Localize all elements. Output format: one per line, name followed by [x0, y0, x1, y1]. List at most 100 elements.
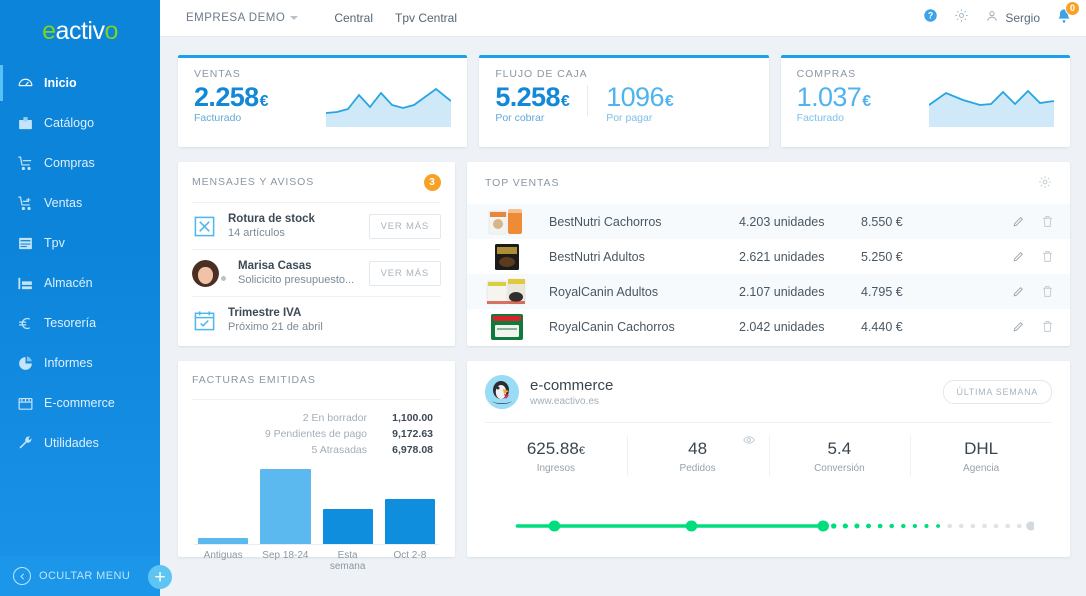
tab-central[interactable]: Central [334, 11, 373, 25]
trash-icon[interactable] [1041, 215, 1054, 228]
ecommerce-title: e-commerce [530, 377, 614, 394]
facturas-stat-label: 5 Atrasadas [311, 444, 367, 456]
sidebar-item-label: Inicio [44, 76, 77, 90]
chart-bar[interactable] [198, 537, 249, 544]
sidebar-item-utilidades[interactable]: Utilidades [0, 428, 160, 458]
sidebar-item-informes[interactable]: Informes [0, 348, 160, 378]
facturas-stat-value: 1,100.00 [392, 412, 433, 424]
table-row[interactable]: BestNutri Cachorros 4.203 unidades 8.550… [467, 204, 1070, 239]
eye-icon[interactable] [742, 433, 755, 451]
dashboard-app: e activ o Inicio Catálogo Compras Ventas T… [0, 0, 1086, 596]
stat-number: 625.88 [526, 439, 579, 458]
kpi-currency: € [664, 93, 674, 110]
pencil-icon[interactable] [1012, 320, 1025, 333]
sidebar-item-label: Informes [44, 356, 93, 370]
bottom-row: FACTURAS EMITIDAS 2 En borrador 1,100.00… [178, 361, 1082, 572]
avatar [192, 259, 219, 287]
view-more-button[interactable]: VER MÁS [368, 213, 441, 239]
chart-bar[interactable] [322, 509, 373, 544]
message-item[interactable]: Rotura de stock 14 artículos VER MÁS [192, 202, 441, 249]
chart-bar[interactable] [384, 498, 435, 544]
message-title: Trimestre IVA [228, 307, 302, 319]
sidebar-item-label: Tpv [44, 236, 65, 250]
message-item[interactable]: Marisa Casas Solicicito presupuesto... V… [192, 249, 441, 296]
kpi-value: 5.258€ [495, 83, 570, 111]
facturas-title: FACTURAS EMITIDAS [192, 374, 316, 386]
logo-letter-o: o [104, 16, 118, 45]
message-subtitle: 14 artículos [228, 227, 285, 239]
tab-tpv-central[interactable]: Tpv Central [395, 11, 457, 25]
sidebar-item-almacen[interactable]: Almacén [0, 268, 160, 298]
sidebar-item-tpv[interactable]: Tpv [0, 228, 160, 258]
pencil-icon[interactable] [1012, 285, 1025, 298]
ecommerce-header: e-commerce www.eactivo.es ÚLTIMA SEMANA [467, 361, 1070, 409]
kpi-currency: € [862, 93, 871, 110]
sidebar-nav: Inicio Catálogo Compras Ventas Tpv Almac… [0, 65, 160, 458]
wrench-icon [17, 435, 34, 452]
stat-label: Pedidos [679, 463, 716, 474]
sidebar-item-catalogo[interactable]: Catálogo [0, 108, 160, 138]
help-icon[interactable]: ? [923, 8, 938, 28]
message-item[interactable]: Trimestre IVA Próximo 21 de abril [192, 296, 441, 343]
sparkline-compras [928, 89, 1054, 127]
trash-icon[interactable] [1041, 320, 1054, 333]
notification-badge: 0 [1065, 0, 1080, 16]
sidebar-item-label: Ventas [44, 196, 83, 210]
sidebar-item-label: E-commerce [44, 396, 115, 410]
sidebar: e activ o Inicio Catálogo Compras Ventas T… [0, 0, 160, 596]
kpi-label: COMPRAS [796, 68, 857, 80]
table-row[interactable]: RoyalCanin Cachorros 2.042 unidades 4.44… [467, 309, 1070, 344]
chart-bar[interactable] [260, 469, 311, 544]
kpi-figure-secondary: 1096€ Por pagar [606, 83, 674, 125]
gear-icon[interactable] [954, 8, 969, 28]
product-name: BestNutri Cachorros [549, 214, 662, 229]
sidebar-item-ecommerce[interactable]: E-commerce [0, 388, 160, 418]
sidebar-item-inicio[interactable]: Inicio [0, 65, 160, 101]
calendar-icon [192, 308, 217, 333]
gear-icon[interactable] [1038, 175, 1052, 192]
ecommerce-progress-track[interactable] [507, 519, 1082, 533]
brand-logo[interactable]: e activ o [0, 0, 160, 58]
trash-icon[interactable] [1041, 285, 1054, 298]
x-box-icon [192, 214, 217, 239]
dashboard-content: VENTAS 2.258€ Facturado FLUJO DE CAJA 5.… [160, 37, 1086, 572]
notifications-button[interactable]: 0 [1056, 0, 1080, 29]
facturas-stat-label: 2 En borrador [302, 412, 367, 424]
add-button[interactable]: + [148, 565, 172, 589]
stat-number: DHL [964, 439, 999, 458]
kpi-card-ventas: VENTAS 2.258€ Facturado [178, 55, 468, 147]
user-menu[interactable]: Sergio [985, 9, 1040, 28]
kpi-currency: € [560, 93, 570, 110]
view-more-button[interactable]: VER MÁS [368, 260, 441, 286]
box-icon [17, 115, 34, 132]
chart-x-label: Sep 18-24 [262, 550, 309, 561]
hide-menu-button[interactable]: OCULTAR MENU [0, 556, 160, 596]
ecommerce-stat-agencia: DHL Agencia [910, 435, 1052, 476]
sidebar-item-label: Compras [44, 156, 95, 170]
chevron-down-icon [290, 16, 299, 20]
chart-axis [194, 544, 439, 545]
sidebar-item-tesoreria[interactable]: Tesorería [0, 308, 160, 338]
logo-text: activ [55, 16, 105, 45]
period-button[interactable]: ÚLTIMA SEMANA [942, 380, 1052, 404]
ecommerce-stats: 625.88€ Ingresos 48 Pedidos 5.4 Conversi… [467, 423, 1070, 476]
product-amount: 5.250 € [861, 249, 903, 264]
trash-icon[interactable] [1041, 250, 1054, 263]
messages-card: MENSAJES Y AVISOS 3 Rotura de stock 14 a… [178, 162, 455, 346]
message-text: Trimestre IVA Próximo 21 de abril [228, 307, 323, 333]
table-row[interactable]: BestNutri Adultos 2.621 unidades 5.250 € [467, 239, 1070, 274]
stat-label: Agencia [963, 463, 1000, 474]
facturas-stats: 2 En borrador 1,100.00 9 Pendientes de p… [192, 400, 441, 456]
row-actions [1012, 215, 1054, 228]
pencil-icon[interactable] [1012, 215, 1025, 228]
sidebar-item-ventas[interactable]: Ventas [0, 188, 160, 218]
sidebar-item-label: Catálogo [44, 116, 95, 130]
company-selector[interactable]: EMPRESA DEMO [186, 12, 299, 24]
ecommerce-card: e-commerce www.eactivo.es ÚLTIMA SEMANA … [467, 361, 1082, 557]
company-name: EMPRESA DEMO [186, 12, 286, 24]
divider [587, 85, 589, 117]
table-row[interactable]: RoyalCanin Adultos 2.107 unidades 4.795 … [467, 274, 1070, 309]
pencil-icon[interactable] [1012, 250, 1025, 263]
kpi-amount: 2.258 [194, 82, 259, 112]
sidebar-item-compras[interactable]: Compras [0, 148, 160, 178]
